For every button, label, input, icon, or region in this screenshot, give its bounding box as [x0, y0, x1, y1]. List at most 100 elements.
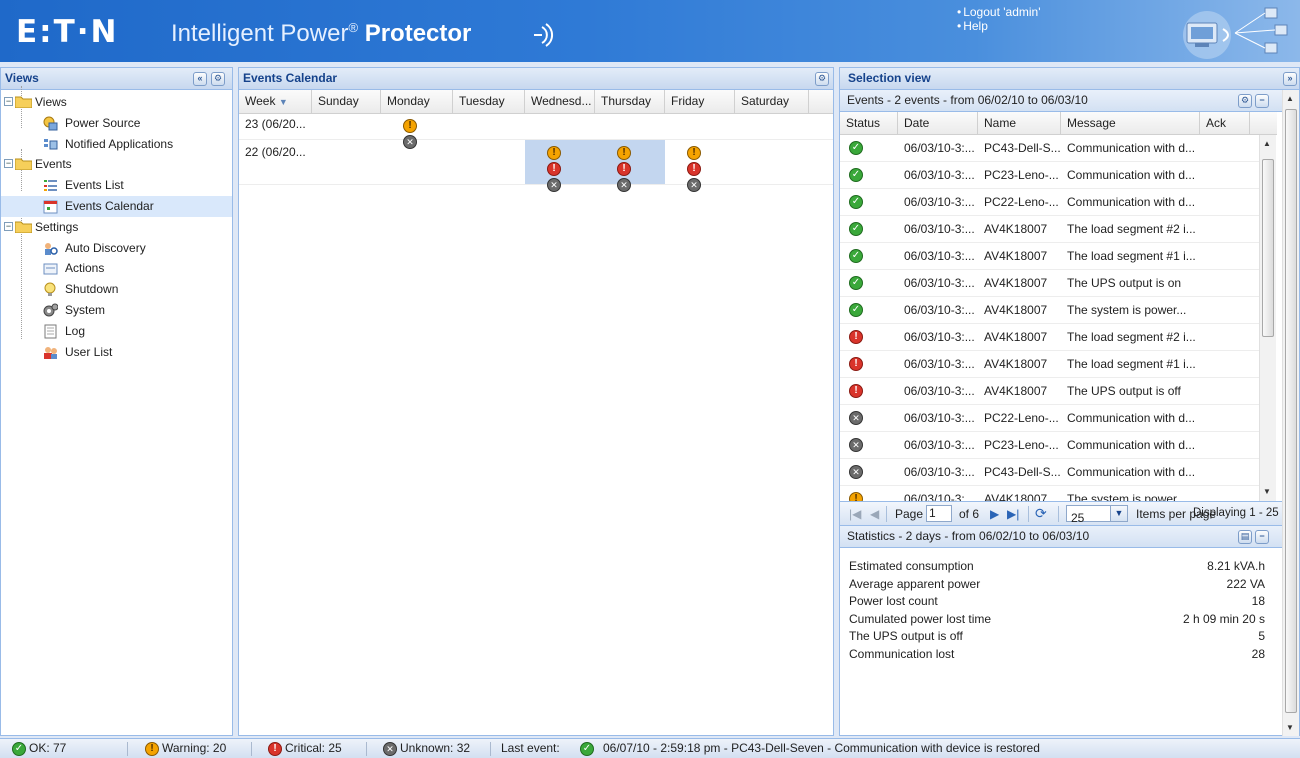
- column-header-friday[interactable]: Friday: [665, 90, 735, 113]
- ack-cell[interactable]: [1200, 405, 1250, 431]
- scroll-down-icon[interactable]: ▼: [1263, 487, 1271, 496]
- page-size-select[interactable]: 25 ▼: [1066, 505, 1128, 525]
- calendar-week-row[interactable]: 23 (06/20... !✕: [239, 114, 833, 149]
- tree-item-log[interactable]: Log: [1, 321, 232, 342]
- last-event[interactable]: ✓ 06/07/10 - 2:59:18 pm - PC43-Dell-Seven…: [580, 739, 1040, 758]
- event-row[interactable]: ✕ 06/03/10-3:... PC43-Dell-S... Communicati…: [840, 459, 1260, 486]
- column-header-message[interactable]: Message: [1061, 112, 1200, 134]
- column-header-ack[interactable]: Ack: [1200, 112, 1250, 134]
- ack-cell[interactable]: [1200, 135, 1250, 161]
- event-row[interactable]: ! 06/03/10-3: AV4K18007 The system is power: [840, 486, 1260, 501]
- collapse-toggle-icon[interactable]: −: [4, 97, 13, 106]
- event-row[interactable]: ! 06/03/10-3:... AV4K18007 The load segment…: [840, 351, 1260, 378]
- event-row[interactable]: ✓ 06/03/10-3:... AV4K18007 The UPS output i…: [840, 270, 1260, 297]
- power-source-icon: [43, 116, 58, 131]
- ack-cell[interactable]: [1200, 162, 1250, 188]
- ack-cell[interactable]: [1200, 486, 1250, 501]
- statistic-value: 18: [1251, 594, 1265, 608]
- event-row[interactable]: ✓ 06/03/10-3:... PC22-Leno-... Communicatio…: [840, 189, 1260, 216]
- column-header-tuesday[interactable]: Tuesday: [453, 90, 525, 113]
- tree-node-events[interactable]: − Events: [1, 154, 232, 175]
- ack-cell[interactable]: [1200, 297, 1250, 323]
- column-header-name[interactable]: Name: [978, 112, 1061, 134]
- calendar-week-row[interactable]: 22 (06/20... !! ✕ !! ✕ !! ✕: [239, 140, 833, 192]
- last-page-icon[interactable]: ▶|: [1007, 507, 1019, 521]
- event-row[interactable]: ✓ 06/03/10-3:... PC23-Leno-... Communicatio…: [840, 162, 1260, 189]
- help-link[interactable]: • Help: [957, 19, 1041, 33]
- statistics-save-icon[interactable]: ▤: [1238, 530, 1252, 544]
- tree-item-notified-applications[interactable]: Notified Applications: [1, 134, 232, 155]
- event-row[interactable]: ✕ 06/03/10-3:... PC22-Leno-... Communicatio…: [840, 405, 1260, 432]
- event-row[interactable]: ✓ 06/03/10-3:... AV4K18007 The system is po…: [840, 297, 1260, 324]
- column-header-status[interactable]: Status: [840, 112, 898, 134]
- refresh-icon[interactable]: ⟳: [1035, 505, 1047, 522]
- selection-panel-scrollbar[interactable]: ▲ ▼: [1282, 90, 1299, 736]
- unknown-count[interactable]: ✕ Unknown: 32: [383, 739, 470, 758]
- friday-cell[interactable]: !! ✕: [665, 140, 735, 192]
- column-header-sunday[interactable]: Sunday: [312, 90, 381, 113]
- wednesday-cell[interactable]: !! ✕: [525, 140, 595, 192]
- scroll-up-icon[interactable]: ▲: [1286, 94, 1294, 103]
- tree-item-power-source[interactable]: Power Source: [1, 113, 232, 134]
- tree-item-actions[interactable]: Actions: [1, 258, 232, 279]
- collapse-toggle-icon[interactable]: −: [4, 159, 13, 169]
- logout-link[interactable]: • Logout 'admin': [957, 5, 1041, 19]
- scroll-up-icon[interactable]: ▲: [1263, 139, 1271, 148]
- ack-cell[interactable]: [1200, 216, 1250, 242]
- column-header-saturday[interactable]: Saturday: [735, 90, 809, 113]
- column-header-week[interactable]: Week ▼: [239, 90, 312, 113]
- event-row[interactable]: ! 06/03/10-3:... AV4K18007 The load segment…: [840, 324, 1260, 351]
- tree-item-auto-discovery[interactable]: Auto Discovery: [1, 238, 232, 259]
- thursday-cell[interactable]: !! ✕: [595, 140, 665, 192]
- week-cell: 23 (06/20...: [245, 117, 306, 131]
- event-row[interactable]: ! 06/03/10-3:... AV4K18007 The UPS output i…: [840, 378, 1260, 405]
- ack-cell[interactable]: [1200, 351, 1250, 377]
- ack-cell[interactable]: [1200, 270, 1250, 296]
- first-page-icon[interactable]: |◀: [849, 507, 861, 521]
- scroll-thumb[interactable]: [1285, 109, 1297, 713]
- ack-cell[interactable]: [1200, 324, 1250, 350]
- chevron-down-icon[interactable]: ▼: [1110, 506, 1127, 521]
- panel-gear-icon[interactable]: ⚙: [211, 72, 225, 86]
- event-row[interactable]: ✓ 06/03/10-3:... PC43-Dell-S... Communicati…: [840, 135, 1260, 162]
- events-collapse-icon[interactable]: −: [1255, 94, 1269, 108]
- tree-label: Actions: [65, 261, 105, 276]
- ack-cell[interactable]: [1200, 432, 1250, 458]
- ack-cell[interactable]: [1200, 378, 1250, 404]
- ack-cell[interactable]: [1200, 243, 1250, 269]
- column-header-date[interactable]: Date: [898, 112, 978, 134]
- event-row[interactable]: ✓ 06/03/10-3:... AV4K18007 The load segment…: [840, 243, 1260, 270]
- column-header-thursday[interactable]: Thursday: [595, 90, 665, 113]
- prev-page-icon[interactable]: ◀: [870, 507, 879, 521]
- column-header-wednesday[interactable]: Wednesd...: [525, 90, 595, 113]
- tree-node-views[interactable]: − Views: [1, 92, 232, 113]
- collapse-right-button[interactable]: »: [1283, 72, 1297, 86]
- tree-item-events-calendar[interactable]: Events Calendar: [1, 195, 232, 217]
- tree-node-settings[interactable]: − Settings: [1, 217, 232, 238]
- critical-count[interactable]: ! Critical: 25: [268, 739, 342, 758]
- panel-gear-icon[interactable]: ⚙: [815, 72, 829, 86]
- column-header-monday[interactable]: Monday: [381, 90, 453, 113]
- scroll-thumb[interactable]: [1262, 159, 1274, 337]
- statistics-collapse-icon[interactable]: −: [1255, 530, 1269, 544]
- events-gear-icon[interactable]: ⚙: [1238, 94, 1252, 108]
- tree-item-system[interactable]: System: [1, 300, 232, 321]
- page-number-input[interactable]: 1: [926, 505, 952, 522]
- events-grid-scrollbar[interactable]: ▲ ▼: [1259, 135, 1276, 501]
- tree-item-user-list[interactable]: User List: [1, 342, 232, 363]
- ack-cell[interactable]: [1200, 459, 1250, 485]
- name-cell: AV4K18007: [984, 357, 1048, 371]
- sort-desc-icon[interactable]: ▼: [279, 97, 288, 107]
- ack-cell[interactable]: [1200, 189, 1250, 215]
- next-page-icon[interactable]: ▶: [990, 507, 999, 521]
- collapse-left-button[interactable]: «: [193, 72, 207, 86]
- event-row[interactable]: ✕ 06/03/10-3:... PC23-Leno-... Communicatio…: [840, 432, 1260, 459]
- ok-count[interactable]: ✓ OK: 77: [12, 739, 66, 758]
- scroll-down-icon[interactable]: ▼: [1286, 723, 1294, 732]
- tree-item-shutdown[interactable]: Shutdown: [1, 279, 232, 300]
- tree-item-events-list[interactable]: Events List: [1, 175, 232, 196]
- warning-count[interactable]: ! Warning: 20: [145, 739, 226, 758]
- monday-cell[interactable]: !✕: [381, 114, 453, 149]
- event-row[interactable]: ✓ 06/03/10-3:... AV4K18007 The load segment…: [840, 216, 1260, 243]
- collapse-toggle-icon[interactable]: −: [4, 221, 13, 231]
